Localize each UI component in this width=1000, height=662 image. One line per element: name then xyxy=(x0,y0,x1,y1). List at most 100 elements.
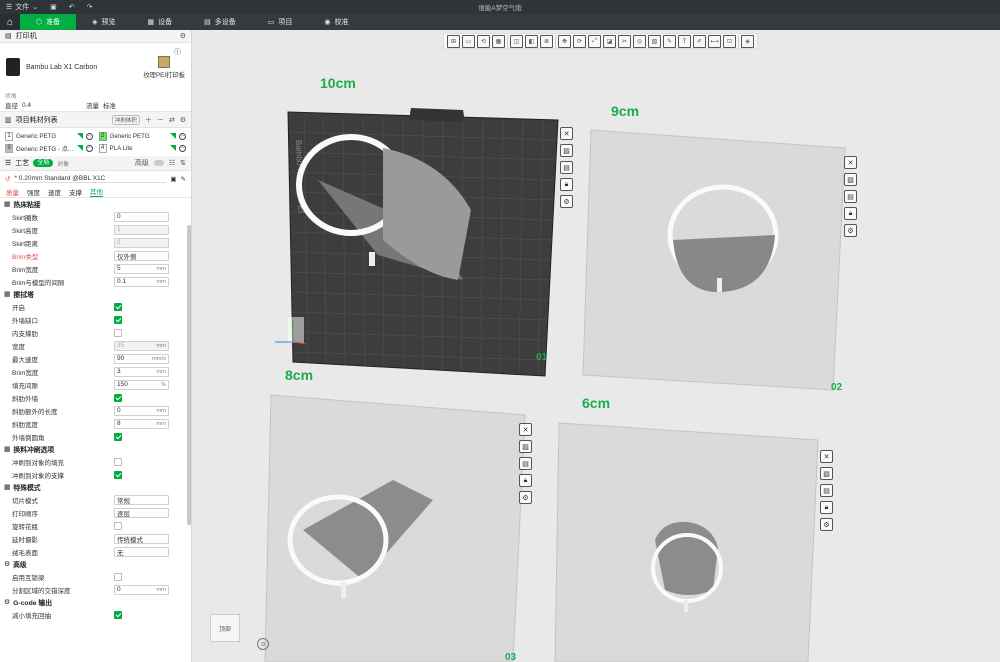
gear-icon[interactable]: ⚙ xyxy=(180,32,186,40)
plate-settings-icon[interactable]: ⚙ xyxy=(820,518,833,531)
lock-icon[interactable]: 🔒︎ xyxy=(820,501,833,514)
pt-width-input[interactable]: 35 mm xyxy=(114,340,169,351)
tab-prepare[interactable]: ⬡ 准备 xyxy=(20,14,77,30)
spiral-vase-checkbox[interactable] xyxy=(114,521,122,530)
brim-gap-input[interactable]: 0.1 mm xyxy=(114,276,169,287)
sidebar-scrollbar[interactable] xyxy=(187,225,191,525)
info-icon[interactable]: ⓘ xyxy=(174,47,181,57)
filament-item[interactable]: 3 Generic PETG - 点... − xyxy=(5,143,93,153)
interlock-checkbox[interactable] xyxy=(114,572,122,581)
delete-plate-icon[interactable]: ✕ xyxy=(844,156,857,169)
printer-selector[interactable]: Bambu Lab X1 Carbon 纹理PEI打印板 ⓘ xyxy=(0,43,191,91)
remove-filament-icon[interactable]: − xyxy=(179,132,186,140)
remove-filament-icon[interactable]: − xyxy=(85,132,93,140)
subtab-others[interactable]: 其他 xyxy=(90,186,103,197)
plate-2[interactable] xyxy=(582,129,846,391)
plate-settings-icon[interactable]: ⚙ xyxy=(844,224,857,237)
plate-image-icon[interactable]: ▨ xyxy=(560,144,573,157)
save-button[interactable]: ▣ xyxy=(44,3,63,11)
slicing-mode-select[interactable]: 常规 xyxy=(114,494,169,505)
zoom-fit-button[interactable]: ⊙ xyxy=(257,638,269,650)
flush-infill-checkbox[interactable] xyxy=(114,457,122,466)
edit-preset-icon[interactable]: ✎ xyxy=(181,175,186,183)
tab-multi-device[interactable]: ▤ 多设备 xyxy=(188,14,252,30)
skirt-loops-input[interactable]: 0 xyxy=(114,211,169,222)
pt-inner-ribs-checkbox[interactable] xyxy=(114,328,122,337)
flow-select[interactable]: 标准 xyxy=(103,100,116,110)
save-preset-icon[interactable]: ▣ xyxy=(170,175,176,183)
plate-type[interactable]: 纹理PEI打印板 xyxy=(143,70,185,79)
pt-infill-gap-input[interactable]: 150% xyxy=(114,379,169,390)
plate-4[interactable] xyxy=(554,422,819,662)
plate-3[interactable] xyxy=(264,394,526,662)
lock-icon[interactable]: 🔒︎ xyxy=(519,474,532,487)
plate-image-icon[interactable]: ▨ xyxy=(820,467,833,480)
delete-plate-icon[interactable]: ✕ xyxy=(519,423,532,436)
remove-filament-icon[interactable]: − xyxy=(179,144,186,152)
brim-width-input[interactable]: 5 mm xyxy=(114,263,169,274)
arrange-plate-icon[interactable]: ▤ xyxy=(820,484,833,497)
redo-button[interactable]: ↷ xyxy=(81,3,99,11)
main-menu[interactable]: ☰ 文件 ⌄ xyxy=(0,2,44,12)
delete-plate-icon[interactable]: ✕ xyxy=(820,450,833,463)
plate-settings-icon[interactable]: ⚙ xyxy=(519,491,532,504)
lock-icon[interactable]: 🔒︎ xyxy=(844,207,857,220)
filament-item[interactable]: 1 Generic PETG − xyxy=(5,131,93,141)
flush-support-checkbox[interactable] xyxy=(114,470,122,479)
view-cube[interactable]: 顶部 xyxy=(210,614,240,642)
process-preset-select[interactable]: * 0.20mm Standard @BBL X1C xyxy=(14,175,167,183)
arrange-plate-icon[interactable]: ▤ xyxy=(560,161,573,174)
pt-rib-wall-checkbox[interactable] xyxy=(114,393,122,402)
gear-icon[interactable]: ⚙ xyxy=(180,116,186,124)
remove-icon[interactable]: － xyxy=(157,115,164,125)
tab-calibration[interactable]: ◉ 校准 xyxy=(308,14,364,30)
plate-1[interactable]: Bambu Textured PEI xyxy=(275,108,559,377)
subtab-speed[interactable]: 速度 xyxy=(48,187,61,197)
3d-viewport[interactable]: ⊞ ▭ ⟲ ▦ ◫ ◧ ≣ ✥ ⟳ ⤢ ◪ ✂ ◎ ▨ ✎ T ✐ ⟷ ⊡ ◈ xyxy=(193,30,1000,662)
diameter-select[interactable]: 0.4 xyxy=(22,102,82,109)
filament-item[interactable]: 4 PLA Lite − xyxy=(98,143,186,153)
subtab-support[interactable]: 支撑 xyxy=(69,187,82,197)
plate-image-icon[interactable]: ▨ xyxy=(519,440,532,453)
nozzle-misc-row: 喷嘴 xyxy=(0,91,191,100)
pt-enable-checkbox[interactable] xyxy=(114,302,122,311)
subtab-quality[interactable]: 质量 xyxy=(6,187,19,197)
interlock-depth-input[interactable]: 0 mm xyxy=(114,584,169,595)
plate-image-icon[interactable]: ▨ xyxy=(844,173,857,186)
fuzzy-skin-select[interactable]: 无 xyxy=(114,546,169,557)
filament-item[interactable]: 2 Generic PETG − xyxy=(98,131,186,141)
arrange-plate-icon[interactable]: ▤ xyxy=(844,190,857,203)
global-toggle[interactable]: 全局 xyxy=(33,159,54,167)
subtab-strength[interactable]: 强度 xyxy=(27,187,40,197)
delete-plate-icon[interactable]: ✕ xyxy=(560,127,573,140)
plate-settings-icon[interactable]: ⚙ xyxy=(560,195,573,208)
pt-brim-width-input[interactable]: 3 mm xyxy=(114,366,169,377)
object-toggle[interactable]: 对象 xyxy=(57,159,69,168)
skirt-height-input[interactable]: 1 xyxy=(114,224,169,235)
brim-type-select[interactable]: 仅外侧 xyxy=(114,250,169,261)
opt-pt-enable: 开启 xyxy=(0,300,191,313)
sync-icon[interactable]: ⇄ xyxy=(169,116,175,124)
lock-icon[interactable]: 🔒︎ xyxy=(560,178,573,191)
pt-speed-input[interactable]: 90 mm/s xyxy=(114,353,169,364)
undo-button[interactable]: ↶ xyxy=(63,3,81,11)
reduce-infill-checkbox[interactable] xyxy=(114,610,122,619)
tab-preview[interactable]: ◈ 预览 xyxy=(76,14,131,30)
add-icon[interactable]: ＋ xyxy=(145,115,152,125)
pt-rib-width-input[interactable]: 8 mm xyxy=(114,418,169,429)
arrange-plate-icon[interactable]: ▤ xyxy=(519,457,532,470)
compare-icon[interactable]: ⇅ xyxy=(180,159,186,167)
tab-device[interactable]: ▦ 设备 xyxy=(132,14,189,30)
list-icon[interactable]: ☷ xyxy=(169,159,175,167)
pt-outer-gap-checkbox[interactable] xyxy=(114,315,122,324)
remove-filament-icon[interactable]: − xyxy=(85,144,93,152)
flush-volume-button[interactable]: 冲刷体积 xyxy=(111,114,140,125)
advanced-toggle[interactable] xyxy=(153,160,164,166)
print-sequence-select[interactable]: 逐层 xyxy=(114,507,169,518)
pt-rib-extra-input[interactable]: 0 mm xyxy=(114,405,169,416)
skirt-distance-input[interactable]: 2 xyxy=(114,237,169,248)
home-button[interactable]: ⌂ xyxy=(0,14,20,30)
tab-project[interactable]: ▭ 项目 xyxy=(252,14,309,30)
pt-fillet-checkbox[interactable] xyxy=(114,432,122,441)
timelapse-select[interactable]: 传统模式 xyxy=(114,533,169,544)
